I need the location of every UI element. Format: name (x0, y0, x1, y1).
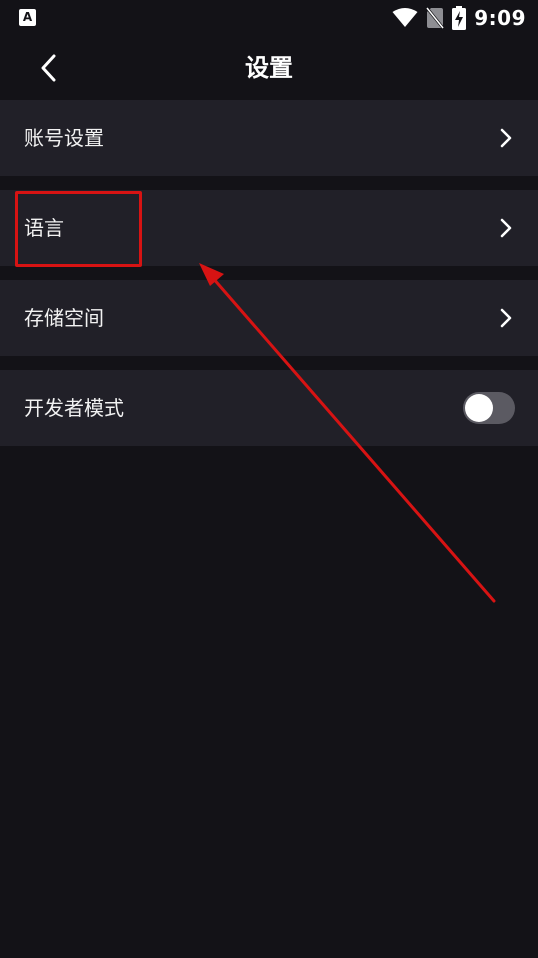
no-sim-icon (426, 7, 445, 29)
toggle-knob (465, 394, 493, 422)
settings-item-language[interactable]: 语言 (0, 190, 538, 266)
nav-bar: 设置 (0, 36, 538, 100)
settings-item-label: 存储空间 (24, 306, 104, 330)
settings-item-developer-mode: 开发者模式 (0, 370, 538, 446)
back-button[interactable] (28, 48, 68, 88)
app-notification-icon: A (19, 9, 36, 26)
chevron-right-icon (500, 128, 512, 148)
page-title: 设置 (245, 54, 293, 82)
settings-item-storage[interactable]: 存储空间 (0, 280, 538, 356)
status-bar: A 9:09 (0, 0, 538, 36)
status-time: 9:09 (474, 6, 526, 30)
status-icons: 9:09 (392, 6, 526, 30)
developer-mode-toggle[interactable] (463, 392, 515, 424)
settings-item-label: 开发者模式 (24, 396, 124, 420)
settings-item-label: 账号设置 (24, 126, 104, 150)
chevron-right-icon (500, 218, 512, 238)
settings-item-account[interactable]: 账号设置 (0, 100, 538, 176)
wifi-icon (392, 8, 418, 27)
battery-charging-icon (452, 6, 467, 30)
settings-item-label: 语言 (24, 216, 64, 240)
chevron-right-icon (500, 308, 512, 328)
chevron-left-icon (41, 54, 56, 82)
